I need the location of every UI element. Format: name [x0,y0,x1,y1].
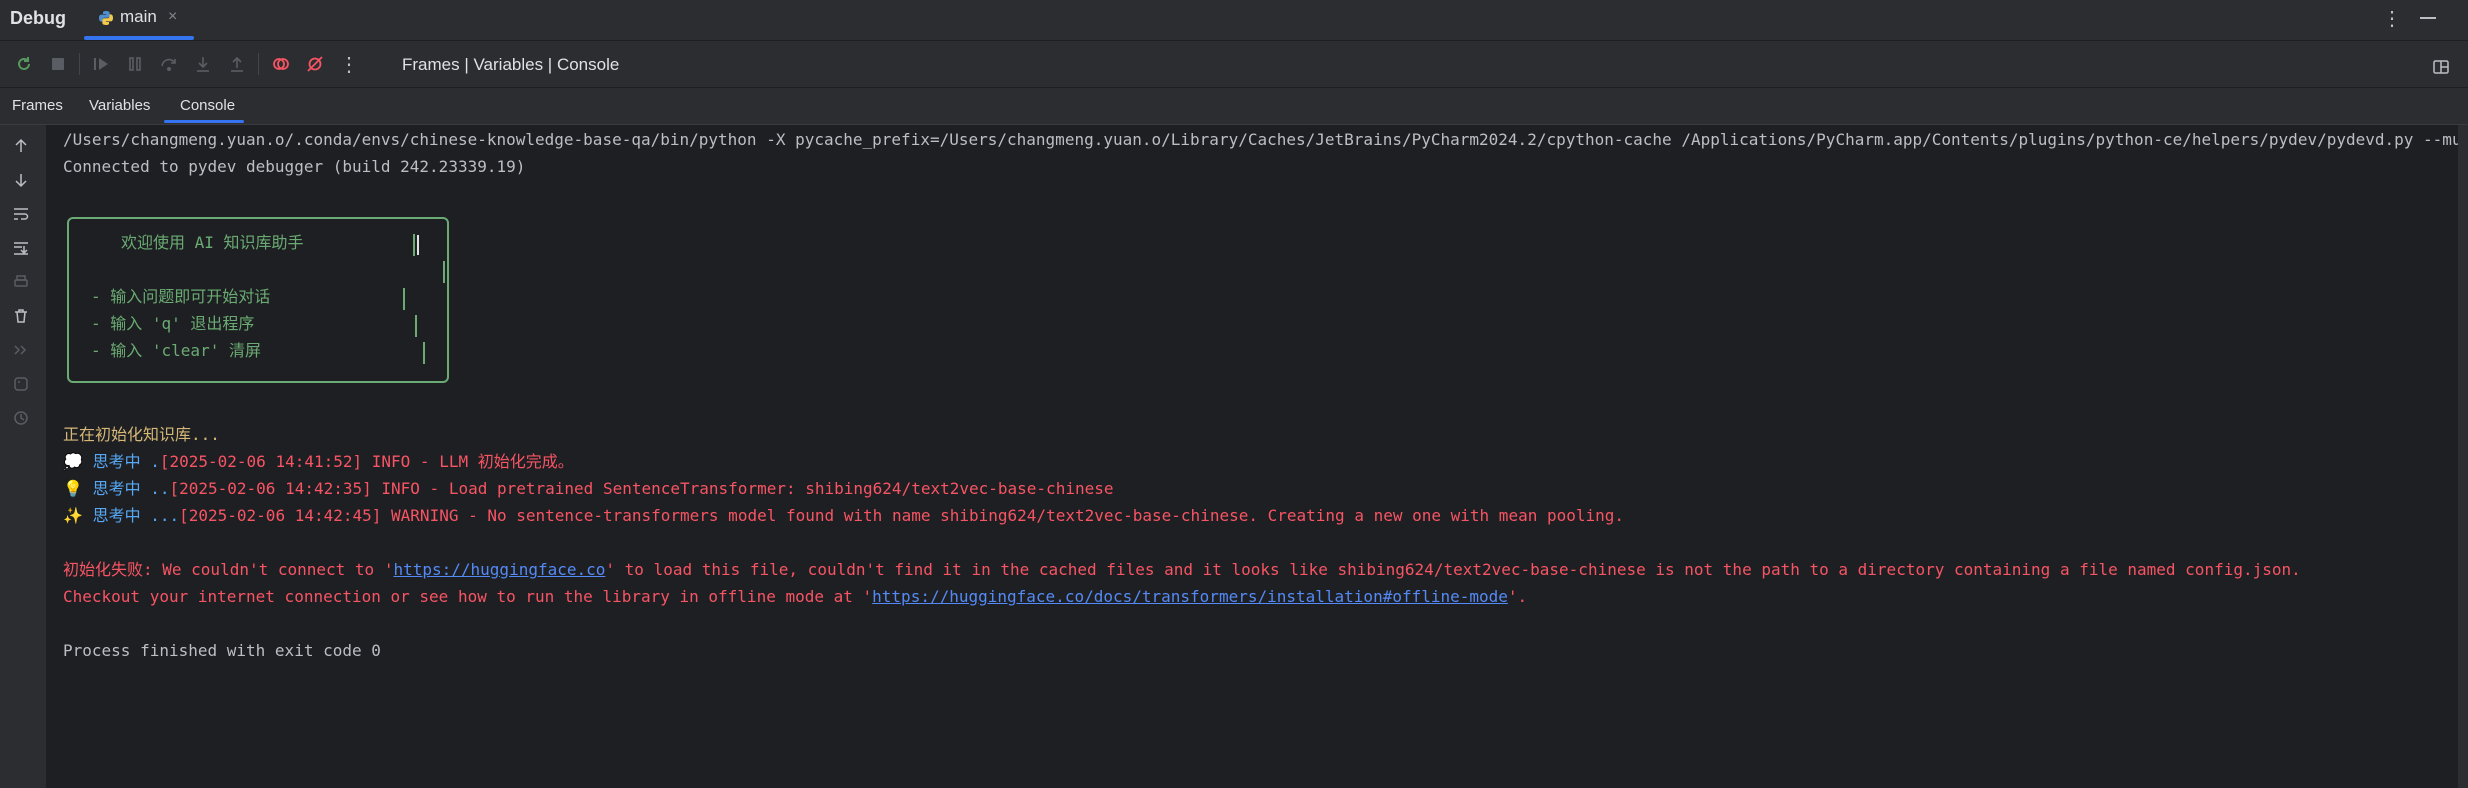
thinking-label: 思考中 . [92,452,160,471]
toolbar-separator [258,53,259,75]
rerun-icon[interactable] [11,51,37,77]
banner-border [413,234,415,256]
debugger-tabs: Frames Variables Console [0,88,2468,125]
log-message: [2025-02-06 14:42:45] WARNING - No sente… [179,506,1625,525]
welcome-banner: 欢迎使用 AI 知识库助手 - 输入问题即可开始对话 - 输入 'q' 退出程序… [67,217,449,383]
debug-toolbar: ⋮ Frames | Variables | Console [0,41,2468,88]
log-message: [2025-02-06 14:42:35] INFO - Load pretra… [169,479,1114,498]
more-icon[interactable]: ⋮ [336,51,362,77]
view-breakpoints-icon[interactable] [268,51,294,77]
close-icon[interactable]: × [168,8,177,26]
error-line: 初始化失败: We couldn't connect to 'https://h… [63,556,2301,583]
minimize-icon[interactable] [2420,17,2436,19]
toolbar-separator [79,53,80,75]
debug-title-bar: Debug main × ⋮ [0,0,2468,41]
step-into-icon[interactable] [190,51,216,77]
init-line: 正在初始化知识库... [63,425,220,444]
error-line: Checkout your internet connection or see… [63,583,1527,610]
sparkles-icon: ✨ [63,506,83,525]
error-text: Checkout your internet connection or see… [63,587,873,606]
banner-border [423,342,425,364]
step-over-icon[interactable] [156,51,182,77]
pause-icon[interactable] [122,51,148,77]
down-arrow-icon[interactable] [10,169,32,191]
print-icon[interactable] [10,271,32,293]
layout-icon[interactable] [2428,54,2454,80]
log-line: 💡 思考中 ..[2025-02-06 14:42:35] INFO - Loa… [63,475,1113,502]
tab-main-label: main [120,7,157,26]
thought-balloon-icon: 💭 [63,452,83,471]
console-scrollbar[interactable] [2458,125,2468,788]
error-text: '. [1507,587,1528,606]
tab-active-indicator [84,36,194,40]
banner-welcome: 欢迎使用 AI 知识库助手 [121,233,304,252]
tab-active-indicator [164,120,244,123]
light-bulb-icon: 💡 [63,479,83,498]
banner-border [443,261,445,283]
error-text: 初始化失败: We couldn't connect to ' [63,560,394,579]
clock-icon[interactable] [10,407,32,429]
up-arrow-icon[interactable] [10,135,32,157]
error-text: ' to load this file, couldn't find it in… [605,560,2301,579]
banner-border [415,315,417,337]
tab-console[interactable]: Console [180,97,235,114]
scroll-to-end-icon[interactable] [10,237,32,259]
tab-main[interactable]: main × [84,0,194,40]
command-line: /Users/changmeng.yuan.o/.conda/envs/chin… [63,130,2458,149]
banner-item: - 输入问题即可开始对话 [91,287,271,306]
more-options-icon[interactable]: ⋮ [2382,6,2402,31]
tab-variables[interactable]: Variables [89,97,150,114]
soft-wrap-icon[interactable] [10,203,32,225]
thinking-label: 思考中 ... [92,506,180,525]
tool-window-title: Debug [10,8,66,28]
tab-frames[interactable]: Frames [12,97,63,114]
console-sidebar [0,125,47,788]
trash-icon[interactable] [10,305,32,327]
layout-title: Frames | Variables | Console [402,55,620,74]
step-out-icon[interactable] [224,51,250,77]
double-chevron-icon[interactable] [10,339,32,361]
stop-icon[interactable] [45,51,71,77]
mute-breakpoints-icon[interactable] [302,51,328,77]
banner-border [403,288,405,310]
huggingface-link[interactable]: https://huggingface.co [393,560,605,579]
thinking-label: 思考中 .. [92,479,170,498]
log-line: 💭 思考中 .[2025-02-06 14:41:52] INFO - LLM … [63,448,574,475]
banner-item: - 输入 'q' 退出程序 [91,314,255,333]
python-icon [99,11,113,25]
console-output[interactable]: /Users/changmeng.yuan.o/.conda/envs/chin… [47,125,2458,788]
connected-line: Connected to pydev debugger (build 242.2… [63,157,526,176]
python-console-icon[interactable] [10,373,32,395]
offline-mode-link[interactable]: https://huggingface.co/docs/transformers… [872,587,1508,606]
resume-icon[interactable] [88,51,114,77]
log-message: [2025-02-06 14:41:52] INFO - LLM 初始化完成。 [159,452,574,471]
exit-line: Process finished with exit code 0 [63,641,381,660]
banner-item: - 输入 'clear' 清屏 [91,341,261,360]
text-cursor [417,235,419,255]
log-line: ✨ 思考中 ...[2025-02-06 14:42:45] WARNING -… [63,502,1624,529]
